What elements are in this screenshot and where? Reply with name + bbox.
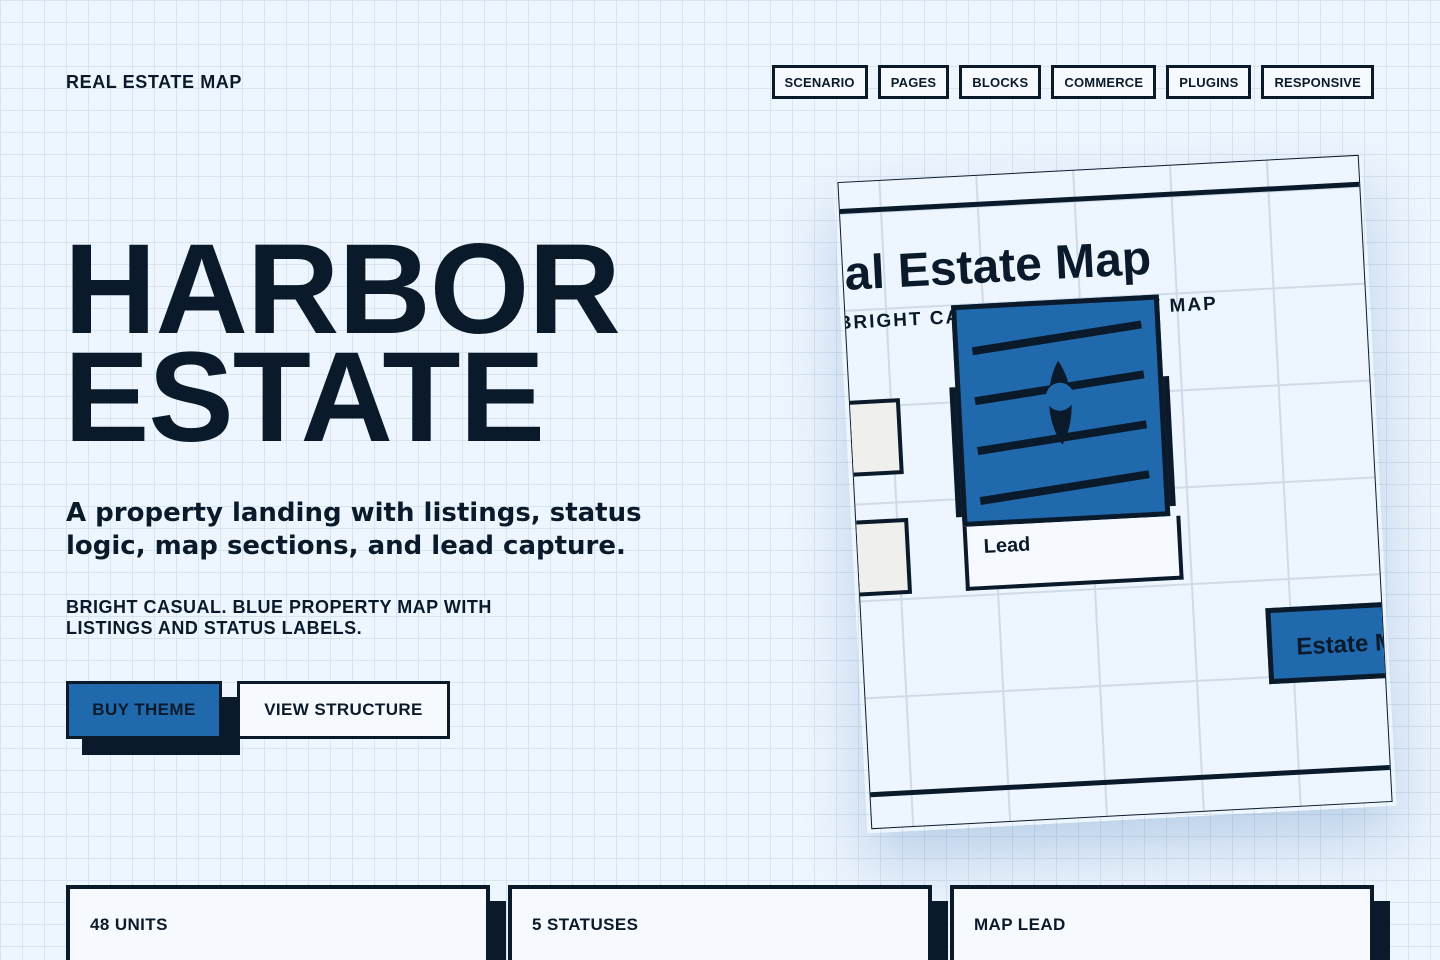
- stat-units: 48 UNITS: [66, 885, 506, 960]
- map-top-rule: [839, 181, 1360, 215]
- hero-title-line-2: ESTATE: [64, 326, 545, 469]
- map-plot: [848, 517, 913, 597]
- view-structure-button-wrap: VIEW STRUCTURE: [237, 681, 450, 739]
- lead-label: Lead: [962, 515, 1184, 591]
- estate-map-tag[interactable]: Estate Map: [1265, 599, 1393, 685]
- hero-subtitle: A property landing with listings, status…: [66, 498, 642, 561]
- stat-statuses-label: 5 STATUSES: [508, 885, 932, 960]
- buy-theme-button[interactable]: BUY THEME: [66, 681, 222, 739]
- lead-panel[interactable]: Lead: [945, 294, 1184, 605]
- lead-map-image: [951, 294, 1171, 528]
- top-nav: SCENARIO PAGES BLOCKS COMMERCE PLUGINS R…: [771, 65, 1374, 99]
- map-bottom-rule: [870, 764, 1390, 798]
- nav-blocks[interactable]: BLOCKS: [959, 65, 1042, 99]
- map-preview-title: Real Estate Map: [837, 231, 1153, 305]
- stat-units-label: 48 UNITS: [66, 885, 490, 960]
- buy-theme-button-wrap: BUY THEME: [66, 681, 240, 755]
- nav-responsive[interactable]: RESPONSIVE: [1261, 65, 1374, 99]
- stat-map-lead: MAP LEAD: [950, 885, 1390, 960]
- nav-plugins[interactable]: PLUGINS: [1166, 65, 1252, 99]
- stat-statuses: 5 STATUSES: [508, 885, 948, 960]
- nav-commerce[interactable]: COMMERCE: [1051, 65, 1157, 99]
- hero-title: HARBOR ESTATE: [64, 226, 621, 469]
- hero-tagline: BRIGHT CASUAL. BLUE PROPERTY MAP WITH LI…: [66, 597, 492, 638]
- stat-map-lead-label: MAP LEAD: [950, 885, 1374, 960]
- map-pin-icon: [971, 320, 1150, 506]
- view-structure-button[interactable]: VIEW STRUCTURE: [237, 681, 450, 739]
- nav-pages[interactable]: PAGES: [877, 65, 950, 99]
- brand-name[interactable]: REAL ESTATE MAP: [66, 72, 242, 93]
- nav-scenario[interactable]: SCENARIO: [771, 65, 868, 99]
- map-preview-card: Real Estate Map BRIGHT CASUAL / PROPERTY…: [837, 154, 1393, 830]
